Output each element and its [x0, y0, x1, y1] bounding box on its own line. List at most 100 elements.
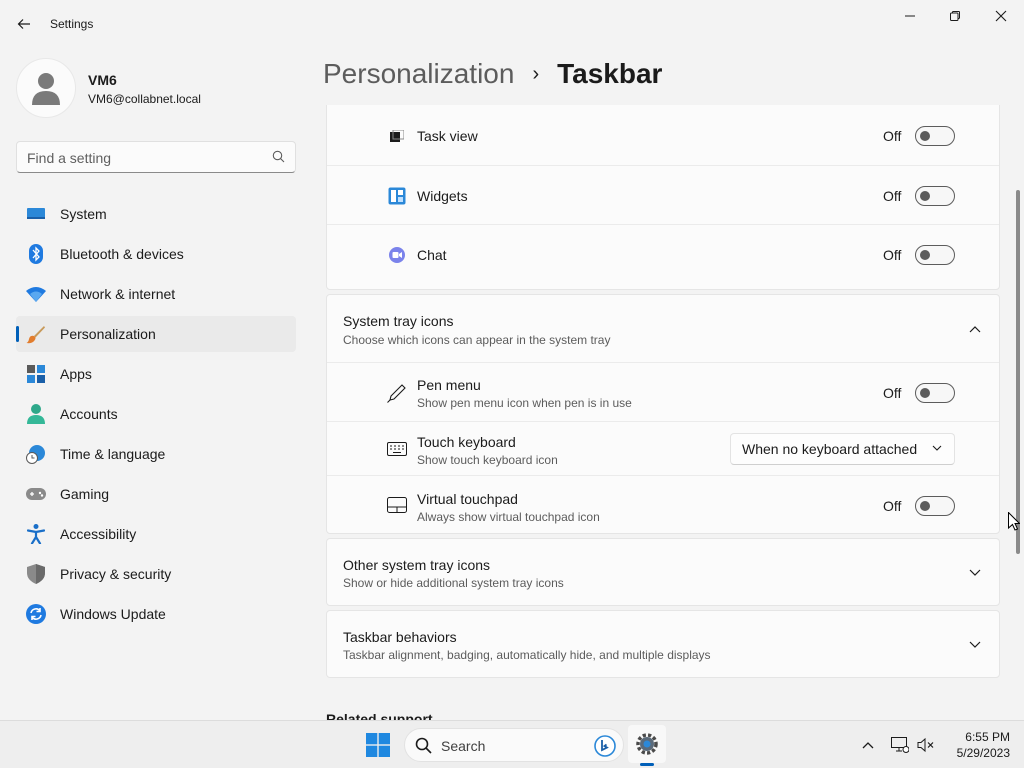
sidebar-item-label: Network & internet [60, 286, 176, 302]
sidebar-item-apps[interactable]: Apps [16, 356, 296, 392]
virtual-touchpad-state: Off [883, 498, 902, 514]
network-monitor-icon [891, 737, 909, 753]
other-tray-title: Other system tray icons [343, 557, 491, 573]
sidebar-nav: System Bluetooth & devices Network & int… [16, 196, 296, 636]
chat-state: Off [883, 247, 902, 263]
volume-tray-button[interactable] [916, 735, 936, 755]
sidebar-item-accessibility[interactable]: Accessibility [16, 516, 296, 552]
taskbar-items-card: Task view Off Widgets Off Chat Off [326, 105, 1000, 290]
sidebar-item-system[interactable]: System [16, 196, 296, 232]
settings-taskbar-button[interactable] [628, 725, 666, 763]
task-view-row: Task view Off [327, 106, 999, 165]
close-button[interactable] [979, 4, 1023, 28]
network-tray-button[interactable] [890, 735, 910, 755]
touch-keyboard-dropdown[interactable]: When no keyboard attached [730, 433, 955, 465]
chat-row: Chat Off [327, 224, 999, 283]
pen-menu-state: Off [883, 385, 902, 401]
pen-menu-row: Pen menu Show pen menu icon when pen is … [327, 362, 999, 421]
touch-keyboard-dropdown-value: When no keyboard attached [742, 441, 918, 457]
search-icon[interactable] [272, 150, 285, 163]
widgets-state: Off [883, 188, 902, 204]
sidebar-item-windows-update[interactable]: Windows Update [16, 596, 296, 632]
breadcrumb-parent[interactable]: Personalization [323, 58, 514, 90]
settings-content: Task view Off Widgets Off Chat Off Syste… [326, 105, 1000, 720]
sidebar-item-label: Privacy & security [60, 566, 172, 582]
monitor-icon [26, 204, 46, 224]
system-tray-title: System tray icons [343, 313, 454, 329]
clock-date: 5/29/2023 [956, 746, 1010, 760]
accessibility-icon [26, 524, 46, 544]
keyboard-icon [387, 439, 407, 459]
sidebar-item-time-language[interactable]: Time & language [16, 436, 296, 472]
taskbar-behaviors-title: Taskbar behaviors [343, 629, 457, 645]
taskbar-behaviors-card[interactable]: Taskbar behaviors Taskbar alignment, bad… [326, 610, 1000, 678]
sidebar-item-personalization[interactable]: Personalization [16, 316, 296, 352]
taskbar-clock[interactable]: 6:55 PM 5/29/2023 [944, 729, 1010, 761]
sidebar-item-network[interactable]: Network & internet [16, 276, 296, 312]
page-title: Taskbar [557, 58, 663, 89]
system-tray-card: System tray icons Choose which icons can… [326, 294, 1000, 534]
touchpad-icon [387, 495, 407, 515]
bing-icon[interactable] [593, 734, 617, 758]
sidebar-item-label: Time & language [60, 446, 166, 462]
chat-toggle[interactable] [915, 245, 955, 265]
scrollbar-thumb[interactable] [1016, 190, 1020, 554]
back-button[interactable] [10, 10, 38, 38]
other-tray-card[interactable]: Other system tray icons Show or hide add… [326, 538, 1000, 606]
task-view-icon [387, 126, 407, 146]
minimize-button[interactable] [888, 4, 932, 28]
sidebar-item-gaming[interactable]: Gaming [16, 476, 296, 512]
breadcrumb-separator: › [532, 62, 540, 85]
pen-menu-subtitle: Show pen menu icon when pen is in use [417, 396, 632, 410]
virtual-touchpad-row: Virtual touchpad Always show virtual tou… [327, 475, 999, 533]
windows-logo-icon [366, 733, 390, 757]
avatar[interactable] [16, 58, 76, 118]
bluetooth-icon [26, 244, 46, 264]
chat-label: Chat [417, 247, 447, 263]
sidebar-item-label: Accessibility [60, 526, 137, 542]
sidebar-item-privacy[interactable]: Privacy & security [16, 556, 296, 592]
show-hidden-icons-button[interactable] [858, 735, 878, 755]
sidebar-item-bluetooth[interactable]: Bluetooth & devices [16, 236, 296, 272]
taskbar-behaviors-subtitle: Taskbar alignment, badging, automaticall… [343, 648, 711, 662]
start-button[interactable] [362, 729, 394, 761]
search-box[interactable] [16, 141, 296, 173]
gear-icon [636, 733, 658, 755]
chat-icon [387, 245, 407, 265]
pen-menu-toggle[interactable] [915, 383, 955, 403]
system-tray-header[interactable]: System tray icons Choose which icons can… [327, 295, 999, 362]
widgets-toggle[interactable] [915, 186, 955, 206]
brush-icon [26, 324, 46, 344]
clock-time: 6:55 PM [965, 730, 1010, 744]
task-view-label: Task view [417, 128, 478, 144]
widgets-row: Widgets Off [327, 165, 999, 224]
chevron-up-icon[interactable] [967, 321, 983, 337]
taskbar-search[interactable]: Search [404, 728, 624, 762]
sidebar-item-accounts[interactable]: Accounts [16, 396, 296, 432]
sidebar-item-label: Apps [60, 366, 92, 382]
other-tray-subtitle: Show or hide additional system tray icon… [343, 576, 564, 590]
chevron-down-icon[interactable] [967, 637, 983, 653]
globe-clock-icon [26, 444, 46, 464]
sidebar-item-label: Accounts [60, 406, 118, 422]
app-title: Settings [50, 17, 94, 31]
apps-icon [26, 364, 46, 384]
restore-button[interactable] [933, 4, 977, 28]
widgets-icon [387, 186, 407, 206]
virtual-touchpad-toggle[interactable] [915, 496, 955, 516]
search-input[interactable] [27, 148, 267, 168]
user-name: VM6 [88, 72, 117, 88]
back-arrow-icon [17, 19, 30, 29]
widgets-label: Widgets [417, 188, 468, 204]
sidebar-item-label: Personalization [60, 326, 156, 342]
volume-muted-icon [917, 737, 934, 753]
sidebar-item-label: Bluetooth & devices [60, 246, 184, 262]
task-view-toggle[interactable] [915, 126, 955, 146]
windows-taskbar: Search 6:55 PM 5/29/2023 [0, 720, 1024, 768]
search-icon [415, 737, 432, 754]
virtual-touchpad-title: Virtual touchpad [417, 491, 518, 507]
chevron-down-icon[interactable] [967, 565, 983, 581]
update-icon [26, 604, 46, 624]
virtual-touchpad-subtitle: Always show virtual touchpad icon [417, 510, 600, 524]
active-app-indicator [640, 763, 654, 766]
